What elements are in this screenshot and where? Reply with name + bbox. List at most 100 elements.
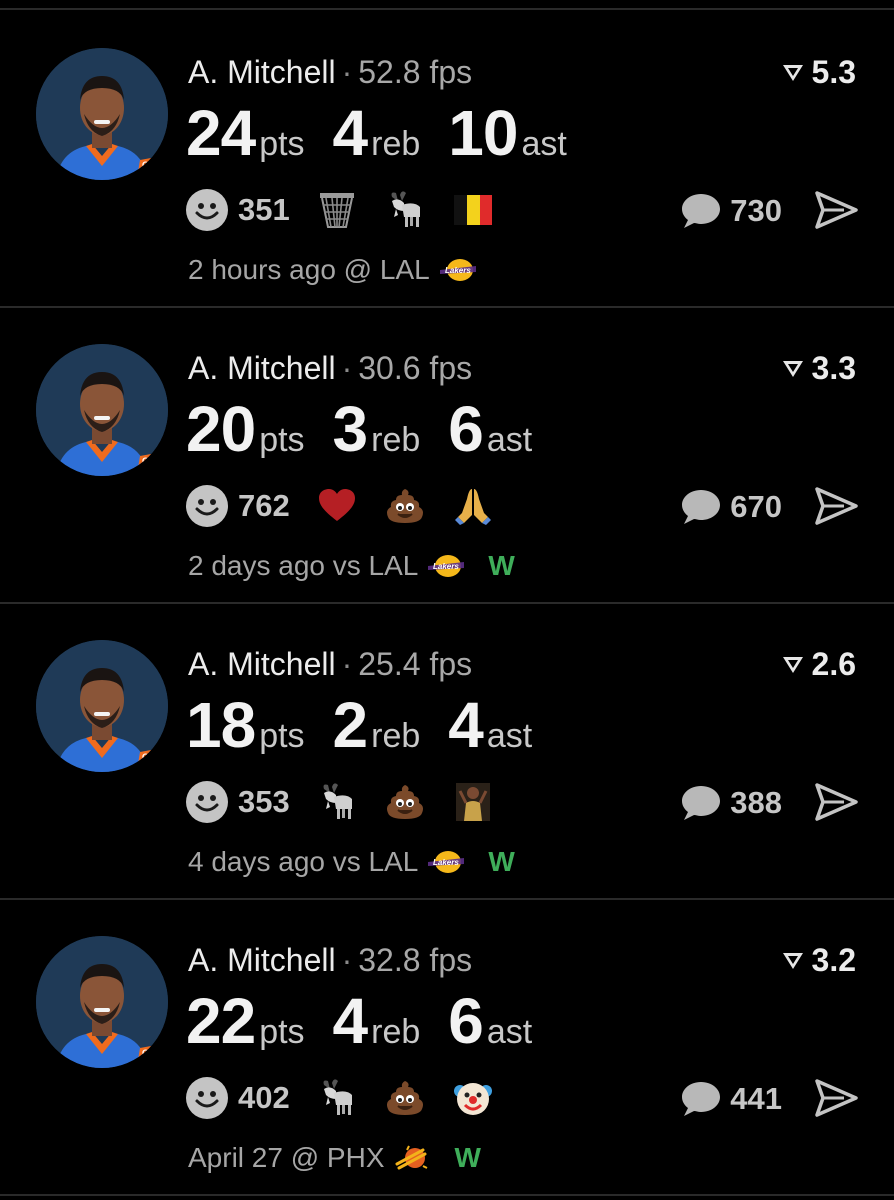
reactions-bar[interactable]: 762 xyxy=(186,482,520,530)
rebounds-value: 4 xyxy=(332,97,369,169)
game-feed: OKC A. Mitchell · 52.8 fps 5.3 24 pts 4 reb … xyxy=(0,0,894,1200)
game-post-card[interactable]: OKC A. Mitchell · 30.6 fps 3.3 20 pts 3 reb … xyxy=(0,306,894,598)
comment-count: 441 xyxy=(730,1081,782,1116)
suns-logo-icon xyxy=(393,1144,433,1172)
assists-unit: ast xyxy=(486,421,533,459)
game-info[interactable]: 4 days ago vs LAL Lakers W xyxy=(188,840,515,884)
share-button[interactable] xyxy=(814,782,858,822)
game-time-opponent: 2 hours ago @ LAL xyxy=(188,254,430,285)
svg-text:Lakers: Lakers xyxy=(445,266,471,275)
svg-text:OKC: OKC xyxy=(142,456,163,466)
rating[interactable]: 5.3 xyxy=(780,50,856,94)
goat-icon xyxy=(316,1077,358,1119)
player-avatar[interactable]: OKC xyxy=(36,344,168,476)
stat-line: 18 pts 2 reb 4 ast xyxy=(186,688,560,764)
game-post-card[interactable]: OKC A. Mitchell · 32.8 fps 3.2 22 pts 4 reb … xyxy=(0,898,894,1190)
send-arrow-icon xyxy=(815,783,858,821)
reaction-count: 762 xyxy=(238,488,290,523)
rebounds-value: 4 xyxy=(332,985,369,1057)
reaction-count: 353 xyxy=(238,784,290,819)
comments-button[interactable]: 388 xyxy=(680,780,782,826)
smiley-react-icon[interactable] xyxy=(186,189,228,231)
points-value: 20 xyxy=(186,393,256,465)
lakers-logo-icon: Lakers xyxy=(426,552,466,580)
post-header: A. Mitchell · 30.6 fps xyxy=(188,346,472,390)
rebounds-unit: reb xyxy=(371,125,421,163)
rating-icon xyxy=(782,361,803,377)
separator-dot: · xyxy=(341,350,353,386)
comment-count: 730 xyxy=(730,193,782,228)
rating[interactable]: 3.2 xyxy=(780,938,856,982)
assists-value: 6 xyxy=(448,985,484,1057)
stat-line: 24 pts 4 reb 10 ast xyxy=(186,96,595,172)
basketball-net-icon xyxy=(316,189,358,231)
game-post-card[interactable]: OKC A. Mitchell · 52.8 fps 5.3 24 pts 4 reb … xyxy=(0,10,894,302)
game-post-card[interactable]: OKC A. Mitchell · 25.4 fps 2.6 18 pts 2 reb … xyxy=(0,602,894,894)
share-button[interactable] xyxy=(814,486,858,526)
player-headshot-image: OKC xyxy=(36,344,168,476)
fantasy-points: 52.8 fps xyxy=(358,54,473,90)
points-value: 24 xyxy=(186,97,256,169)
rating-value: 5.3 xyxy=(811,54,856,90)
player-celebrating-icon xyxy=(452,781,494,823)
player-avatar[interactable]: OKC xyxy=(36,48,168,180)
assists-unit: ast xyxy=(486,717,533,755)
send-arrow-icon xyxy=(815,191,858,229)
belgium-flag-icon xyxy=(452,189,494,231)
player-headshot-image: OKC xyxy=(36,936,168,1068)
smiley-react-icon[interactable] xyxy=(186,781,228,823)
game-info[interactable]: 2 days ago vs LAL Lakers W xyxy=(188,544,515,588)
reaction-count: 351 xyxy=(238,192,290,227)
player-name[interactable]: A. Mitchell xyxy=(188,350,336,386)
assists-unit: ast xyxy=(486,1013,533,1051)
rebounds-unit: reb xyxy=(371,421,421,459)
rebounds-unit: reb xyxy=(371,1013,421,1051)
rating-icon xyxy=(782,657,803,673)
comment-bubble-icon xyxy=(682,490,721,524)
game-result-badge: W xyxy=(488,846,515,877)
player-avatar[interactable]: OKC xyxy=(36,936,168,1068)
reactions-bar[interactable]: 351 xyxy=(186,186,520,234)
lakers-logo-icon: Lakers xyxy=(438,256,478,284)
fantasy-points: 30.6 fps xyxy=(358,350,473,386)
points-unit: pts xyxy=(259,717,305,755)
rebounds-value: 2 xyxy=(332,689,369,761)
assists-value: 4 xyxy=(448,689,484,761)
svg-text:Lakers: Lakers xyxy=(433,562,459,571)
rebounds-unit: reb xyxy=(371,717,421,755)
stat-line: 20 pts 3 reb 6 ast xyxy=(186,392,560,468)
player-name[interactable]: A. Mitchell xyxy=(188,54,336,90)
poop-icon xyxy=(384,485,426,527)
praying-hands-icon xyxy=(452,485,494,527)
reactions-bar[interactable]: 402 xyxy=(186,1074,520,1122)
player-avatar[interactable]: OKC xyxy=(36,640,168,772)
rating[interactable]: 3.3 xyxy=(780,346,856,390)
comments-button[interactable]: 730 xyxy=(680,188,782,234)
player-name[interactable]: A. Mitchell xyxy=(188,646,336,682)
comments-button[interactable]: 441 xyxy=(680,1076,782,1122)
share-button[interactable] xyxy=(814,1078,858,1118)
comment-bubble-icon xyxy=(682,1082,721,1116)
reactions-bar[interactable]: 353 xyxy=(186,778,520,826)
smiley-react-icon[interactable] xyxy=(186,485,228,527)
player-headshot-image: OKC xyxy=(36,640,168,772)
stat-line: 22 pts 4 reb 6 ast xyxy=(186,984,560,1060)
rating[interactable]: 2.6 xyxy=(780,642,856,686)
separator-dot: · xyxy=(341,942,353,978)
goat-icon xyxy=(316,781,358,823)
rating-value: 3.2 xyxy=(811,942,856,978)
game-info[interactable]: April 27 @ PHX W xyxy=(188,1136,481,1180)
game-info[interactable]: 2 hours ago @ LAL Lakers xyxy=(188,248,478,292)
separator-dot: · xyxy=(341,54,353,90)
poop-icon xyxy=(384,781,426,823)
game-time-opponent: 2 days ago vs LAL xyxy=(188,550,419,581)
player-name[interactable]: A. Mitchell xyxy=(188,942,336,978)
comments-button[interactable]: 670 xyxy=(680,484,782,530)
smiley-react-icon[interactable] xyxy=(186,1077,228,1119)
assists-unit: ast xyxy=(521,125,567,163)
points-unit: pts xyxy=(259,125,305,163)
share-button[interactable] xyxy=(814,190,858,230)
svg-text:Lakers: Lakers xyxy=(433,858,459,867)
points-unit: pts xyxy=(259,421,305,459)
game-result-badge: W xyxy=(454,1142,481,1173)
